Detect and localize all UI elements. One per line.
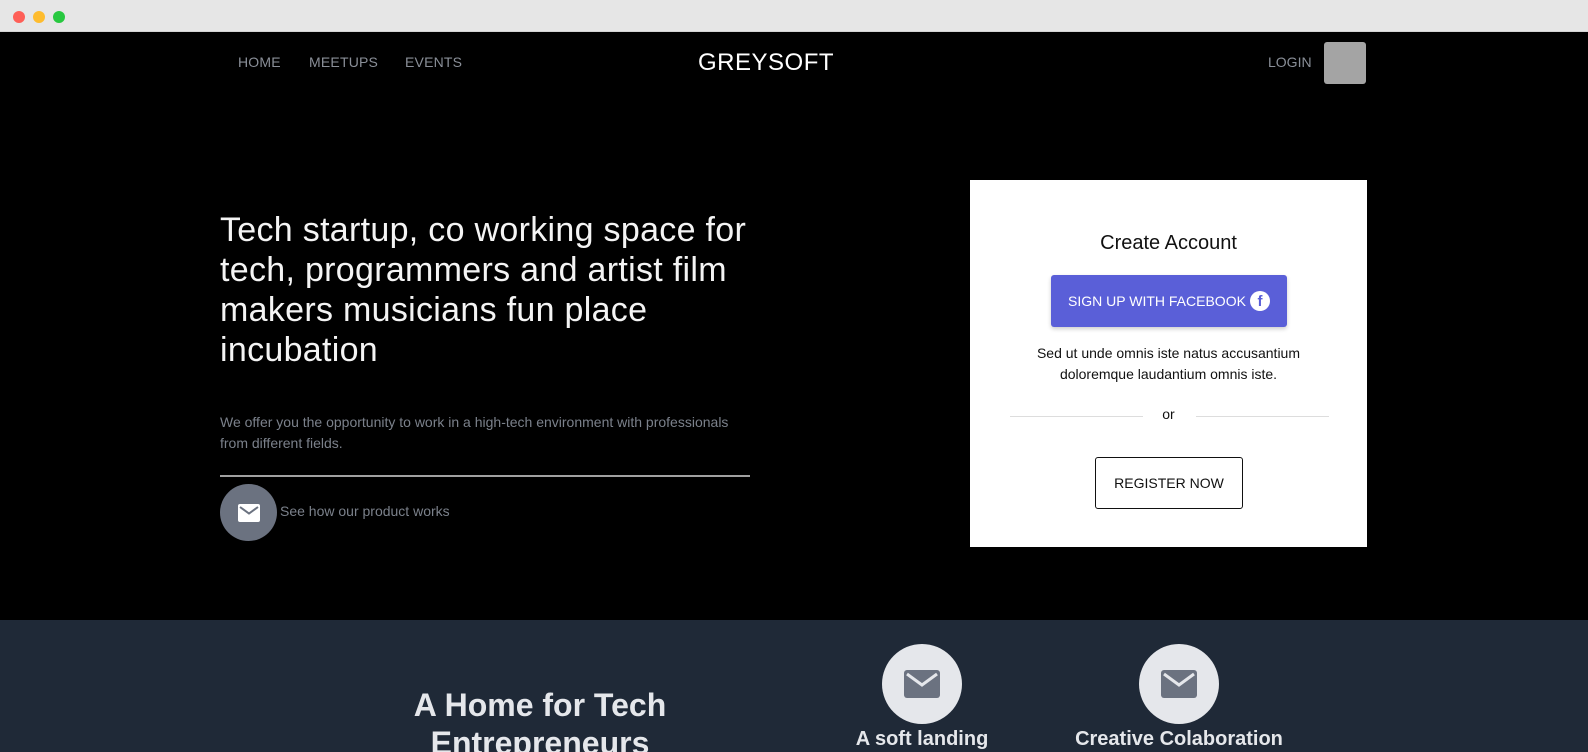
signup-description: Sed ut unde omnis iste natus accusantium…	[1036, 345, 1301, 382]
mail-icon	[1161, 670, 1197, 698]
minimize-window-button[interactable]	[33, 11, 45, 23]
hero-title: Tech startup, co working space for tech,…	[220, 211, 747, 369]
facebook-signup-button[interactable]: SIGN UP WITH FACEBOOK f	[1051, 275, 1287, 327]
nav-meetups-link[interactable]: MEETUPS	[309, 54, 378, 70]
signup-card: Create Account SIGN UP WITH FACEBOOK f S…	[970, 180, 1367, 547]
feature-label: A soft landing	[855, 728, 989, 750]
mail-icon	[904, 670, 940, 698]
features-section: A Home for Tech Entrepreneurs A soft lan…	[0, 620, 1588, 752]
login-link[interactable]: LOGIN	[1268, 54, 1312, 70]
brand-logo[interactable]: GREYSOFT	[698, 49, 834, 77]
page: HOME MEETUPS EVENTS GREYSOFT LOGIN Tech …	[0, 32, 1588, 752]
close-window-button[interactable]	[13, 11, 25, 23]
register-now-button[interactable]: REGISTER NOW	[1095, 457, 1243, 509]
watch-video-button[interactable]	[220, 484, 277, 541]
signup-title: Create Account	[1100, 232, 1237, 254]
nav-events-link[interactable]: EVENTS	[405, 54, 462, 70]
feature-icon-circle	[1139, 644, 1219, 724]
feature-label: Creative Colaboration	[1075, 728, 1283, 750]
watch-video-link[interactable]: See how our product works	[280, 503, 450, 519]
hero-description: We offer you the opportunity to work in …	[220, 414, 729, 451]
or-label: or	[1162, 406, 1175, 422]
nav-home-link[interactable]: HOME	[238, 54, 281, 70]
facebook-signup-label: SIGN UP WITH FACEBOOK	[1068, 293, 1246, 309]
facebook-icon: f	[1249, 291, 1270, 311]
or-divider-right	[1196, 416, 1329, 417]
mail-icon	[237, 503, 260, 522]
browser-chrome	[0, 0, 1588, 32]
features-title: A Home for Tech Entrepreneurs	[413, 687, 667, 752]
avatar[interactable]	[1324, 42, 1366, 84]
feature-icon-circle	[882, 644, 962, 724]
divider	[220, 475, 750, 477]
maximize-window-button[interactable]	[53, 11, 65, 23]
